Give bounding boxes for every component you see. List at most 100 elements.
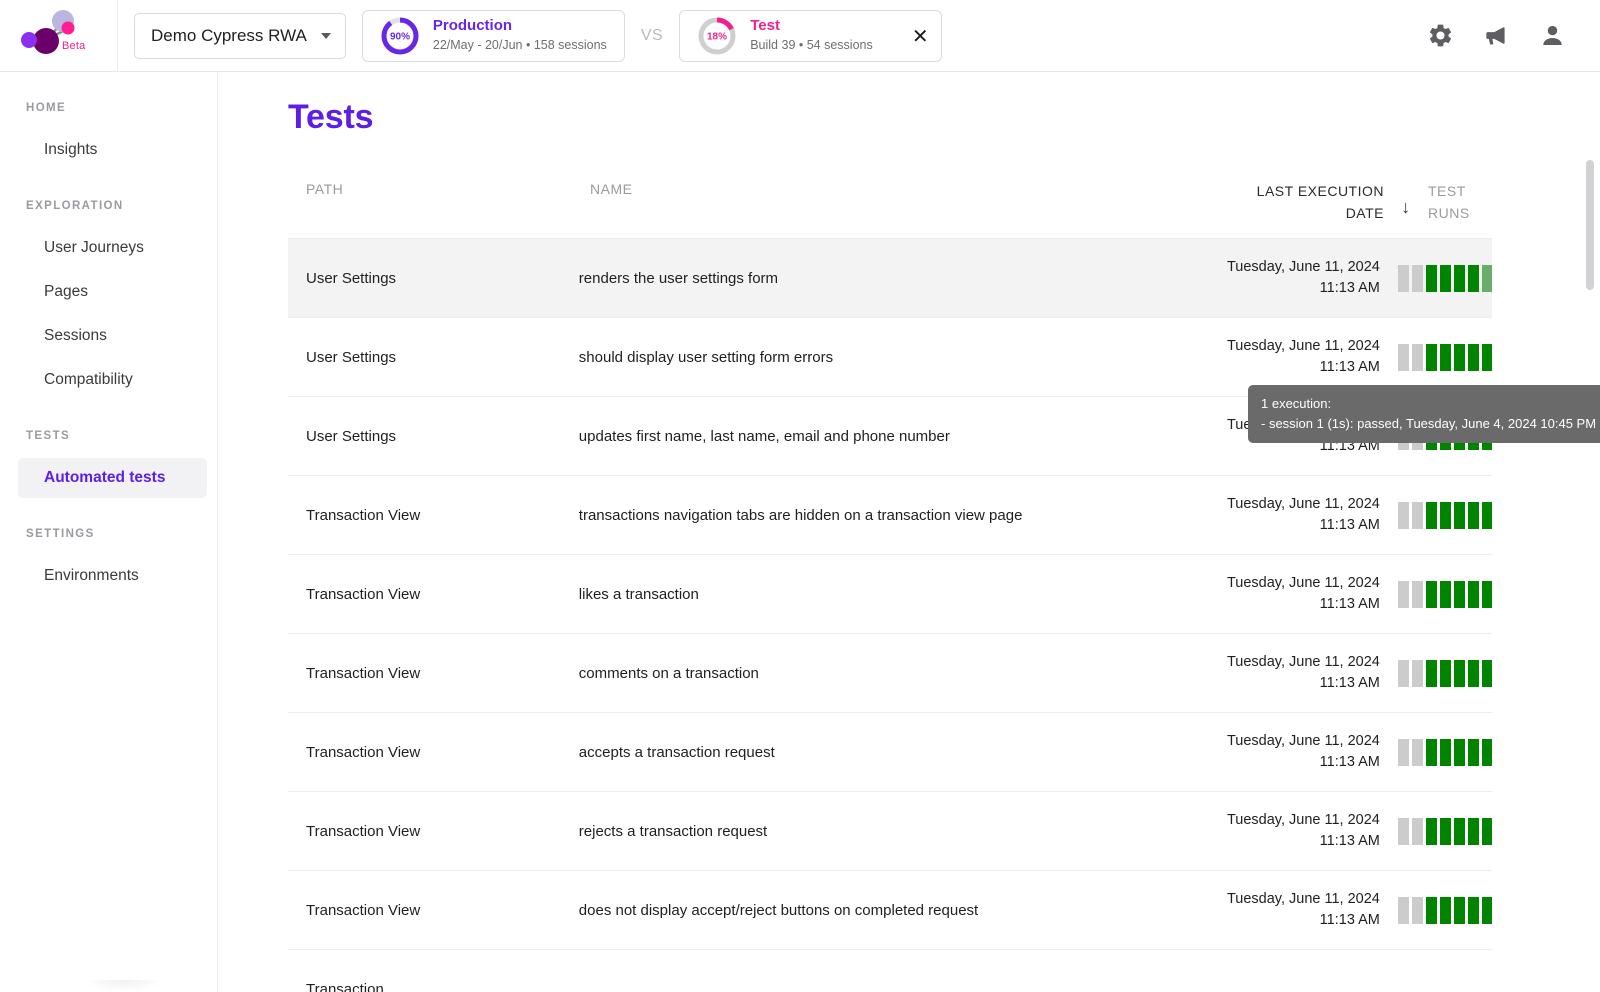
test-run-bar[interactable] — [1397, 580, 1409, 608]
sidebar-item-insights[interactable]: Insights — [18, 130, 207, 170]
table-row[interactable]: Transaction View does not display accept/… — [288, 870, 1492, 949]
column-header-last-execution-date[interactable]: LAST EXECUTION DATE — [1154, 181, 1384, 224]
test-run-bar[interactable] — [1453, 343, 1465, 371]
test-run-bar[interactable] — [1467, 580, 1479, 608]
test-run-bar[interactable] — [1439, 896, 1451, 924]
project-selector[interactable]: Demo Cypress RWA — [134, 12, 346, 59]
cell-test-runs[interactable] — [1384, 659, 1492, 687]
cell-test-runs[interactable] — [1384, 343, 1492, 371]
announcements-icon[interactable] — [1482, 22, 1510, 50]
test-run-bar[interactable] — [1481, 422, 1492, 450]
test-run-bar[interactable] — [1453, 817, 1465, 845]
test-run-bar[interactable] — [1397, 817, 1409, 845]
test-run-bar[interactable] — [1439, 501, 1451, 529]
table-row[interactable]: Transaction View accepts a transaction re… — [288, 712, 1492, 791]
table-row[interactable]: Transaction View comments on a transactio… — [288, 633, 1492, 712]
test-run-bar[interactable] — [1481, 659, 1492, 687]
test-run-bar[interactable] — [1411, 264, 1423, 292]
test-run-bar[interactable] — [1453, 659, 1465, 687]
test-run-bar[interactable] — [1467, 264, 1479, 292]
test-run-bar[interactable] — [1439, 343, 1451, 371]
test-run-bar[interactable] — [1481, 817, 1492, 845]
table-row[interactable]: User Settings renders the user settings f… — [288, 238, 1492, 318]
environment-card-test[interactable]: 18% Test Build 39 • 54 sessions ✕ — [679, 9, 943, 62]
page-scrollbar-thumb[interactable] — [1586, 160, 1594, 290]
test-run-bar[interactable] — [1397, 896, 1409, 924]
cell-test-runs[interactable] — [1384, 264, 1492, 292]
test-run-bar[interactable] — [1481, 738, 1492, 766]
test-run-bar[interactable] — [1411, 501, 1423, 529]
test-run-bar[interactable] — [1439, 817, 1451, 845]
test-run-bar[interactable] — [1397, 343, 1409, 371]
test-run-bar[interactable] — [1411, 817, 1423, 845]
test-run-bar[interactable] — [1425, 738, 1437, 766]
column-header-path[interactable]: PATH — [288, 181, 590, 197]
test-run-bar[interactable] — [1453, 738, 1465, 766]
test-run-bar[interactable] — [1439, 659, 1451, 687]
sidebar-item-user-journeys[interactable]: User Journeys — [18, 228, 207, 268]
sidebar-item-environments[interactable]: Environments — [18, 556, 207, 596]
test-run-bar[interactable] — [1481, 580, 1492, 608]
test-run-bar[interactable] — [1481, 343, 1492, 371]
test-run-bar[interactable] — [1425, 422, 1437, 450]
test-run-bar[interactable] — [1397, 738, 1409, 766]
arrow-down-icon[interactable]: ↓ — [1384, 181, 1428, 218]
sidebar-item-sessions[interactable]: Sessions — [18, 316, 207, 356]
table-row[interactable]: Transaction View transactions navigation … — [288, 475, 1492, 554]
cell-test-runs[interactable] — [1384, 501, 1492, 529]
test-run-bar[interactable] — [1425, 501, 1437, 529]
test-run-bar[interactable] — [1425, 264, 1437, 292]
test-run-bar[interactable] — [1453, 501, 1465, 529]
test-run-bar[interactable] — [1467, 343, 1479, 371]
test-run-bar[interactable] — [1425, 343, 1437, 371]
cell-test-runs[interactable] — [1384, 422, 1492, 450]
table-row[interactable]: Transaction View rejects a transaction re… — [288, 791, 1492, 870]
test-run-bar[interactable] — [1411, 580, 1423, 608]
test-run-bar[interactable] — [1481, 501, 1492, 529]
table-row[interactable]: Transaction View likes a transaction Tuesd… — [288, 554, 1492, 633]
test-run-bar[interactable] — [1467, 422, 1479, 450]
table-row[interactable]: User Settings updates first name, last na… — [288, 396, 1492, 475]
test-run-bar[interactable] — [1411, 343, 1423, 371]
column-header-name[interactable]: NAME — [590, 181, 1154, 197]
test-run-bar[interactable] — [1467, 738, 1479, 766]
product-logo[interactable]: Beta — [0, 0, 118, 72]
test-run-bar[interactable] — [1439, 738, 1451, 766]
test-run-bar[interactable] — [1425, 896, 1437, 924]
test-run-bar[interactable] — [1425, 659, 1437, 687]
cell-test-runs[interactable] — [1384, 896, 1492, 924]
test-run-bar[interactable] — [1397, 422, 1409, 450]
test-run-bar[interactable] — [1397, 501, 1409, 529]
test-run-bar[interactable] — [1453, 422, 1465, 450]
table-row[interactable]: Transaction — [288, 949, 1492, 992]
account-icon[interactable] — [1538, 22, 1566, 50]
cell-test-runs[interactable] — [1384, 738, 1492, 766]
cell-test-runs[interactable] — [1384, 580, 1492, 608]
test-run-bar[interactable] — [1453, 264, 1465, 292]
test-run-bar[interactable] — [1453, 580, 1465, 608]
column-header-test-runs[interactable]: TEST RUNS — [1428, 181, 1492, 224]
sidebar-item-compatibility[interactable]: Compatibility — [18, 360, 207, 400]
test-run-bar[interactable] — [1467, 817, 1479, 845]
test-run-bar[interactable] — [1411, 738, 1423, 766]
test-run-bar[interactable] — [1397, 264, 1409, 292]
test-run-bar[interactable] — [1481, 896, 1492, 924]
test-run-bar[interactable] — [1439, 422, 1451, 450]
test-run-bar[interactable] — [1411, 659, 1423, 687]
environment-card-production[interactable]: 90% Production 22/May - 20/Jun • 158 ses… — [361, 9, 625, 62]
test-run-bar[interactable] — [1467, 501, 1479, 529]
sidebar-item-pages[interactable]: Pages — [18, 272, 207, 312]
test-run-bar[interactable] — [1439, 580, 1451, 608]
test-run-bar[interactable] — [1481, 264, 1492, 292]
cell-test-runs[interactable] — [1384, 817, 1492, 845]
test-run-bar[interactable] — [1411, 422, 1423, 450]
test-run-bar[interactable] — [1425, 817, 1437, 845]
test-run-bar[interactable] — [1439, 264, 1451, 292]
test-run-bar[interactable] — [1467, 659, 1479, 687]
close-icon[interactable]: ✕ — [907, 23, 933, 49]
test-run-bar[interactable] — [1411, 896, 1423, 924]
test-run-bar[interactable] — [1453, 896, 1465, 924]
test-run-bar[interactable] — [1425, 580, 1437, 608]
table-row[interactable]: User Settings should display user setting… — [288, 317, 1492, 396]
test-run-bar[interactable] — [1397, 659, 1409, 687]
